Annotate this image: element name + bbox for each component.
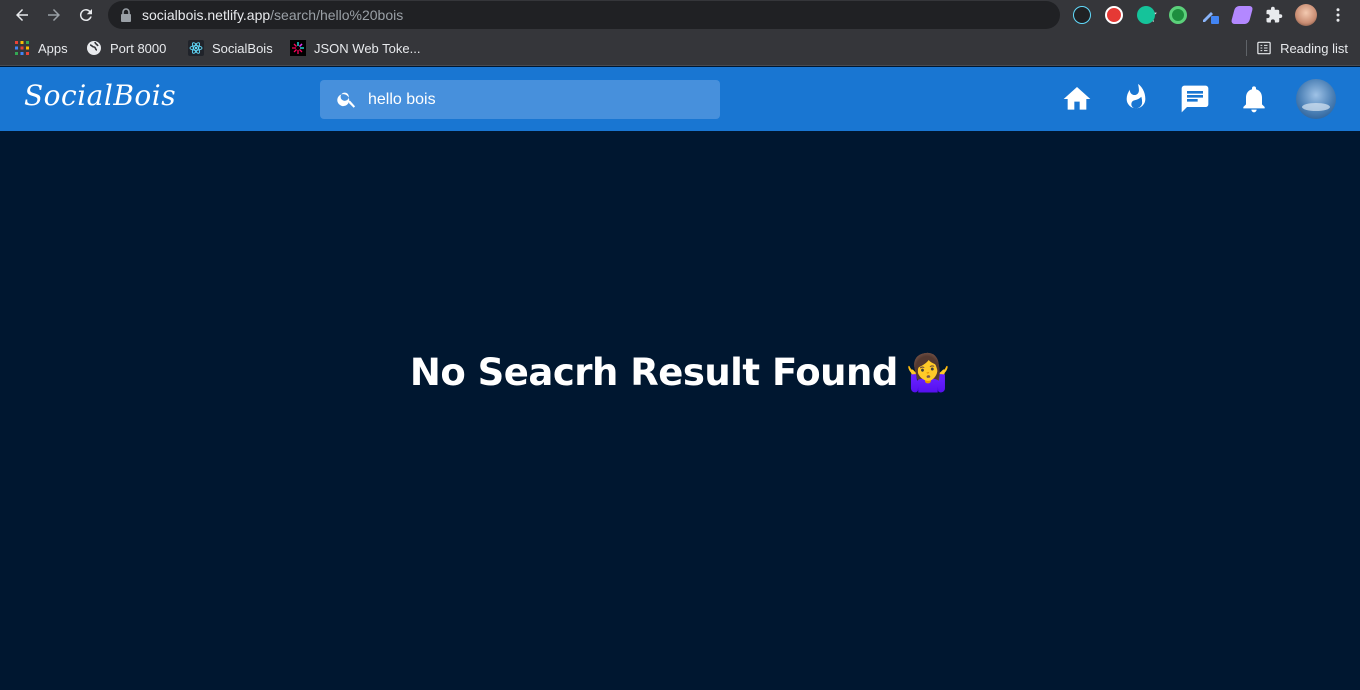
pen-icon [1203, 12, 1219, 24]
divider [1246, 40, 1248, 56]
reading-list-button[interactable]: Reading list [1246, 40, 1348, 56]
lock-icon [121, 8, 131, 22]
fire-icon[interactable] [1120, 83, 1152, 115]
app-header: SocialBois [0, 67, 1360, 131]
bookmark-label: Apps [38, 40, 68, 56]
profile-avatar[interactable] [1295, 4, 1317, 26]
app-logo[interactable]: SocialBois [24, 79, 176, 112]
tracker-extension-icon[interactable] [1169, 6, 1187, 24]
browser-toolbar: socialbois.netlify.app/search/hello%20bo… [0, 0, 1360, 30]
reload-button[interactable] [75, 4, 97, 26]
react-icon [188, 40, 204, 56]
purple-extension-icon[interactable] [1230, 6, 1254, 24]
bookmarks-bar: Apps Port 8000 SocialBois JSON Web Toke.… [0, 30, 1360, 66]
search-results-area: No Seacrh Result Found 🤷‍♀️ [0, 131, 1360, 690]
react-devtools-extension-icon[interactable] [1073, 6, 1091, 24]
chat-icon[interactable] [1179, 83, 1211, 115]
bookmark-apps[interactable]: Apps [14, 40, 68, 56]
extensions-button[interactable] [1265, 6, 1283, 24]
reading-list-icon [1257, 41, 1271, 55]
menu-button[interactable] [1327, 4, 1349, 26]
no-results-text: No Seacrh Result Found [409, 351, 898, 394]
bookmark-label: Port 8000 [110, 40, 167, 56]
shrug-emoji-icon: 🤷‍♀️ [905, 353, 951, 394]
reading-list-label: Reading list [1280, 40, 1348, 56]
reload-icon [79, 9, 92, 22]
search-box[interactable] [320, 80, 720, 119]
user-avatar[interactable] [1296, 79, 1336, 119]
grammarly-extension-icon[interactable] [1137, 6, 1155, 24]
arrow-right-icon [48, 9, 60, 21]
apps-grid-icon [15, 41, 29, 55]
back-button[interactable] [11, 4, 33, 26]
bookmark-socialbois[interactable]: SocialBois [188, 40, 273, 56]
avatar-highlight [1302, 103, 1330, 111]
forward-button[interactable] [43, 4, 65, 26]
no-results-message: No Seacrh Result Found 🤷‍♀️ [0, 351, 1360, 394]
address-bar[interactable]: socialbois.netlify.app/search/hello%20bo… [108, 1, 1157, 29]
url-path: /search/hello%20bois [270, 7, 404, 23]
adblock-extension-icon[interactable] [1105, 6, 1123, 24]
search-input[interactable] [368, 80, 708, 119]
pen-extension-icon[interactable] [1201, 6, 1219, 24]
bookmark-jwt[interactable]: JSON Web Toke... [290, 40, 420, 56]
jwt-icon [290, 40, 306, 56]
kebab-menu-icon [1336, 8, 1340, 22]
globe-icon [87, 41, 101, 55]
search-icon [337, 92, 356, 108]
url-host: socialbois.netlify.app [142, 7, 271, 23]
bookmark-label: SocialBois [212, 40, 273, 56]
bookmark-port-8000[interactable]: Port 8000 [86, 40, 166, 56]
puzzle-icon [1266, 6, 1283, 23]
url-text: socialbois.netlify.app/search/hello%20bo… [142, 7, 403, 23]
bookmark-label: JSON Web Toke... [314, 40, 421, 56]
bell-icon[interactable] [1238, 83, 1270, 115]
arrow-left-icon [16, 9, 28, 21]
home-icon[interactable] [1061, 83, 1093, 115]
